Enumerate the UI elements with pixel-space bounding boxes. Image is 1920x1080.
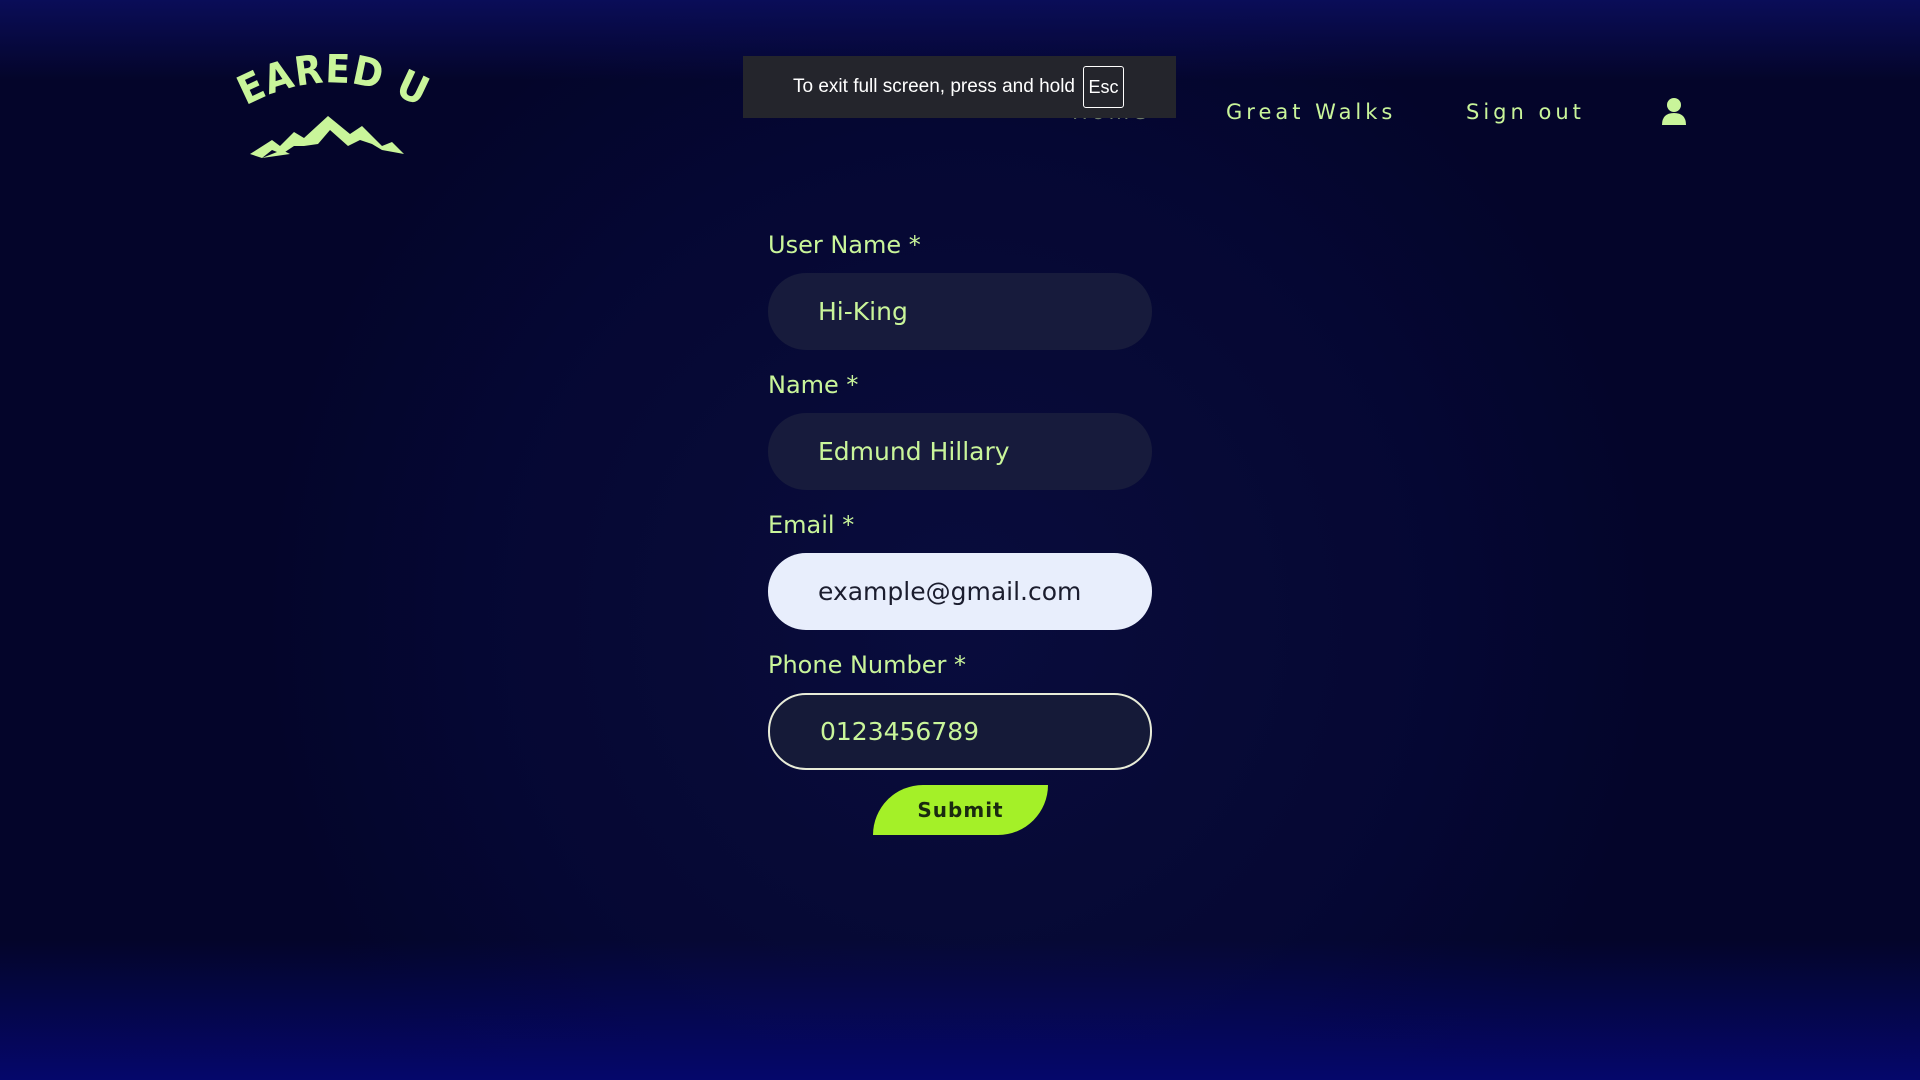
submit-button[interactable]: Submit [873, 785, 1048, 835]
name-label: Name * [768, 371, 859, 399]
submit-row: Submit [768, 785, 1154, 845]
name-input[interactable] [768, 413, 1152, 490]
fullscreen-exit-notice: To exit full screen, press and hold Esc [743, 56, 1176, 118]
email-label: Email * [768, 511, 855, 539]
fullscreen-notice-text: To exit full screen, press and hold [793, 76, 1075, 97]
phone-label: Phone Number * [768, 651, 967, 679]
user-icon[interactable] [1660, 97, 1688, 127]
phone-input[interactable] [768, 693, 1152, 770]
nav-great-walks-link[interactable]: Great Walks [1226, 100, 1396, 124]
username-label: User Name * [768, 231, 921, 259]
nav-sign-out-link[interactable]: Sign out [1466, 100, 1585, 124]
profile-form: User Name * Name * Email * Phone Number … [768, 225, 1154, 845]
username-input[interactable] [768, 273, 1152, 350]
email-input[interactable] [768, 553, 1152, 630]
background-bottom-glow [0, 940, 1920, 1080]
esc-key-badge: Esc [1083, 66, 1124, 108]
